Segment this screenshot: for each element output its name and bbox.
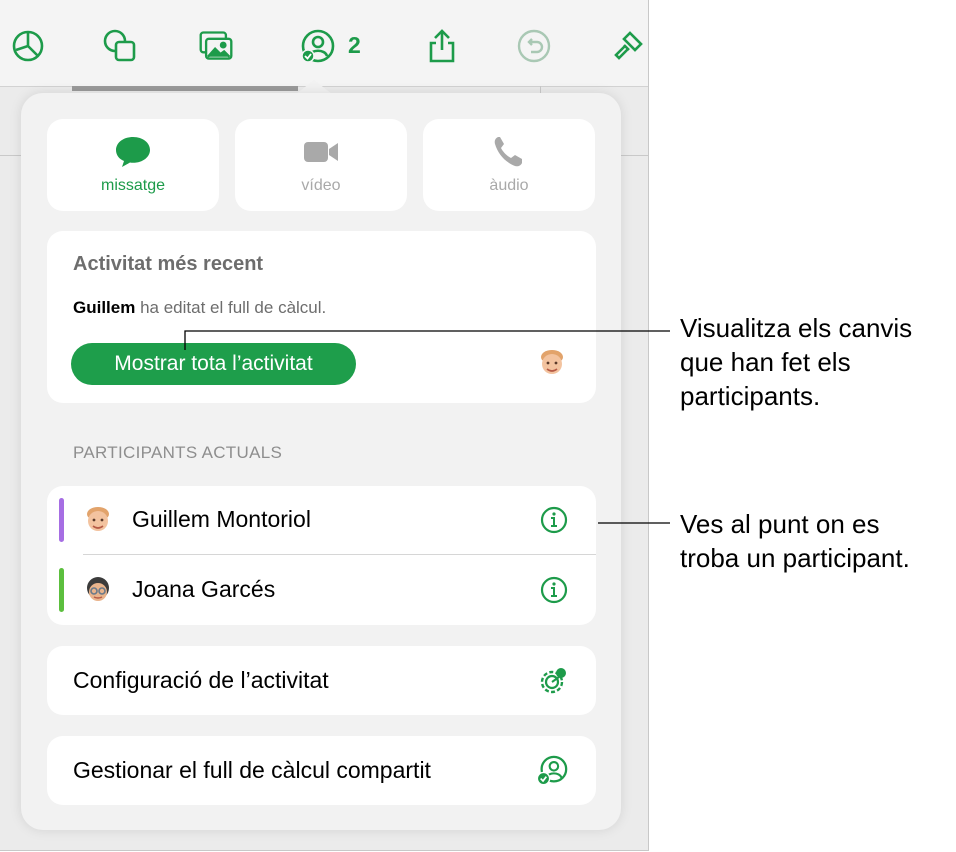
chart-icon[interactable] xyxy=(6,24,50,68)
participant-color-bar xyxy=(59,568,64,612)
participants-header: PARTICIPANTS ACTUALS xyxy=(73,443,283,462)
callout-activity-line: participants. xyxy=(680,381,821,411)
audio-button[interactable]: àudio xyxy=(423,119,595,211)
callout-participant: Ves al punt on es troba un participant. xyxy=(680,507,910,575)
avatar xyxy=(87,577,109,601)
video-button[interactable]: vídeo xyxy=(235,119,407,211)
share-icon[interactable] xyxy=(420,24,464,68)
participant-name: Joana Garcés xyxy=(132,576,276,602)
activity-settings-label: Configuració de l’activitat xyxy=(73,667,329,693)
callout-activity-line: que han fet els xyxy=(680,347,851,377)
video-label: vídeo xyxy=(301,177,341,194)
activity-action: ha editat el full de càlcul. xyxy=(135,298,327,317)
message-label: missatge xyxy=(100,177,166,194)
list-item[interactable]: Guillem Montoriol xyxy=(47,486,596,554)
activity-description: Guillem ha editat el full de càlcul. xyxy=(73,298,326,318)
participant-name: Guillem Montoriol xyxy=(132,506,311,532)
show-all-activity-button[interactable]: Mostrar tota l’activitat xyxy=(71,343,356,385)
callout-participant-line: troba un participant. xyxy=(680,543,910,573)
video-camera-icon xyxy=(304,142,338,162)
manage-shared-spreadsheet-row[interactable]: Gestionar el full de càlcul compartit xyxy=(47,736,596,805)
callout-activity: Visualitza els canvis que han fet els pa… xyxy=(680,311,912,413)
audio-label: àudio xyxy=(489,177,529,194)
phone-icon xyxy=(494,137,522,167)
callout-participant-line: Ves al punt on es xyxy=(680,509,880,539)
shapes-icon[interactable] xyxy=(98,24,142,68)
list-item[interactable]: Joana Garcés xyxy=(47,555,596,625)
sheet-tab-indicator xyxy=(72,86,298,91)
media-icon[interactable] xyxy=(194,24,238,68)
info-icon[interactable] xyxy=(539,505,569,535)
info-icon[interactable] xyxy=(539,575,569,605)
participants-card: Guillem Montoriol Joana Garcés xyxy=(47,486,596,625)
participant-color-bar xyxy=(59,498,64,542)
manage-shared-label: Gestionar el full de càlcul compartit xyxy=(73,757,431,783)
toolbar: 2 xyxy=(0,0,648,87)
undo-icon[interactable] xyxy=(512,24,556,68)
avatar xyxy=(87,507,109,531)
recent-activity-card: Activitat més recent Guillem ha editat e… xyxy=(47,231,596,403)
format-brush-icon[interactable] xyxy=(606,24,648,68)
collaborate-icon[interactable] xyxy=(296,24,340,68)
activity-actor: Guillem xyxy=(73,298,136,317)
app-screen: 2 missatge vídeo àudio Activitat més rec… xyxy=(0,0,649,851)
popover-caret xyxy=(296,80,332,94)
collaborate-icon xyxy=(536,755,568,786)
activity-settings-icon xyxy=(540,668,566,694)
callout-activity-line: Visualitza els canvis xyxy=(680,313,913,343)
collaboration-popover: missatge vídeo àudio Activitat més recen… xyxy=(21,93,621,830)
message-button[interactable]: missatge xyxy=(47,119,219,211)
message-bubble-icon xyxy=(116,137,150,167)
avatar xyxy=(541,350,563,374)
participant-count: 2 xyxy=(348,32,361,58)
activity-settings-row[interactable]: Configuració de l’activitat xyxy=(47,646,596,715)
recent-activity-title: Activitat més recent xyxy=(73,253,264,275)
